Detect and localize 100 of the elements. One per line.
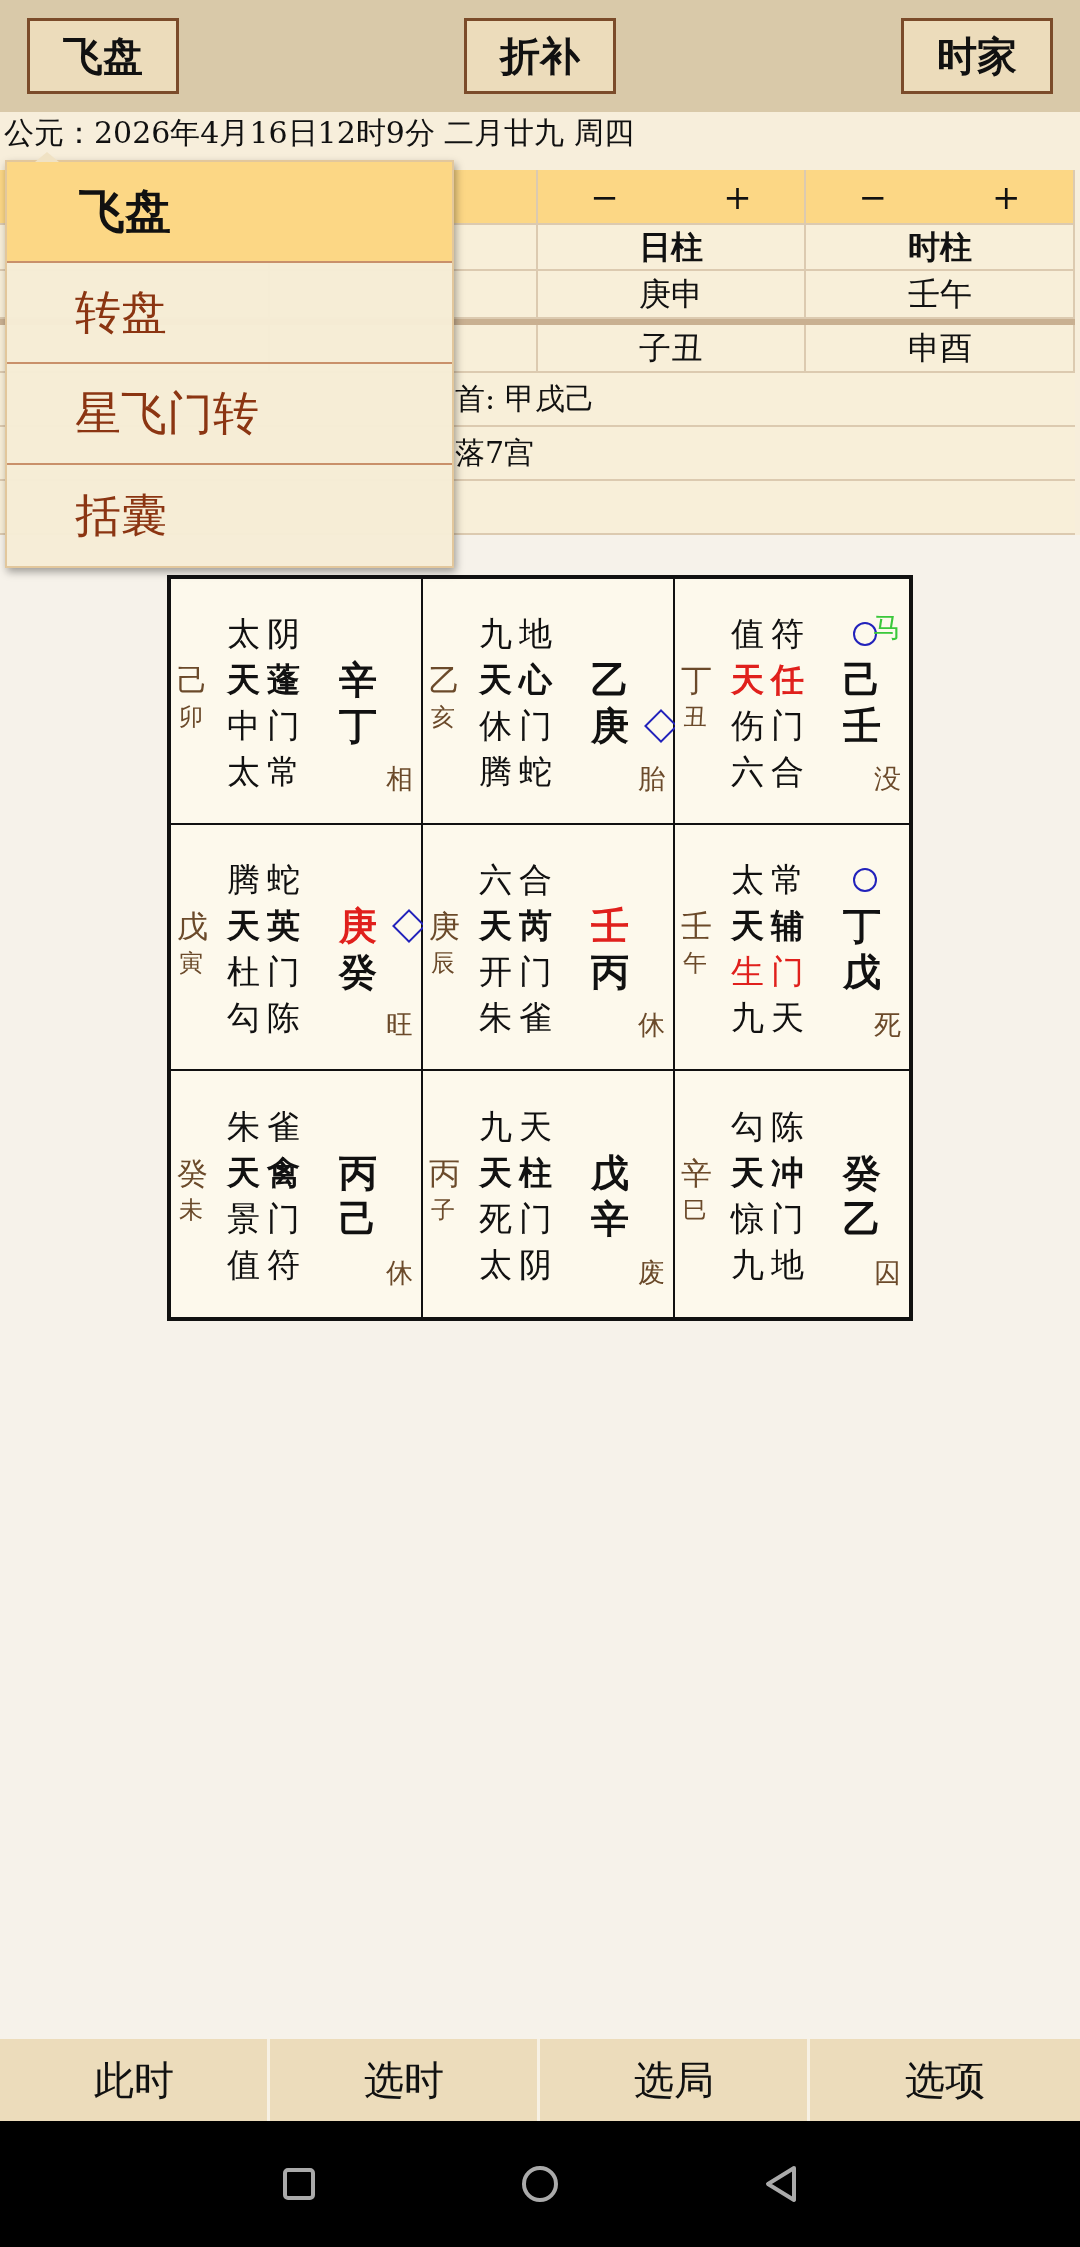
toolbar-button[interactable]: 折补 — [464, 18, 616, 94]
deity-text: 六合 — [731, 751, 812, 793]
door-text: 死门 — [479, 1198, 560, 1240]
menu-item[interactable]: 转盘 — [7, 263, 452, 364]
star-text: 天芮 — [479, 905, 560, 947]
door-text: 生门 — [731, 951, 812, 993]
table-cell: 子丑 — [639, 329, 703, 367]
info-text: 首: 甲戌己 — [455, 379, 595, 418]
state-text: 休 — [386, 1256, 413, 1290]
heaven-stem-text: 庚 — [339, 903, 378, 949]
stem-text: 辛 — [681, 1154, 713, 1193]
heaven-stem-text: 己 — [843, 657, 882, 703]
branch-text: 午 — [682, 949, 708, 977]
branch-text: 寅 — [178, 949, 204, 977]
minus-button[interactable]: − — [842, 176, 903, 217]
toolbar-button[interactable]: 时家 — [901, 18, 1053, 94]
heaven-stem-text: 癸 — [843, 1150, 882, 1196]
earth-stem-text: 丁 — [339, 703, 378, 749]
recents-icon[interactable] — [282, 2167, 316, 2201]
deity-text: 太阴 — [479, 1244, 560, 1286]
state-text: 休 — [638, 1008, 665, 1042]
star-text: 天禽 — [227, 1152, 308, 1194]
star-text: 天英 — [227, 905, 308, 947]
heaven-stem-text: 戊 — [591, 1150, 630, 1196]
god-text: 值符 — [731, 613, 812, 655]
god-text: 九地 — [479, 613, 560, 655]
deity-text: 九天 — [731, 997, 812, 1039]
heaven-stem-text: 乙 — [591, 657, 630, 703]
branch-text: 未 — [178, 1196, 204, 1224]
deity-text: 朱雀 — [479, 997, 560, 1039]
earth-stem-text: 乙 — [843, 1196, 882, 1242]
door-text: 景门 — [227, 1198, 308, 1240]
god-text: 勾陈 — [731, 1106, 812, 1148]
deity-text: 腾蛇 — [479, 751, 560, 793]
menu-item[interactable]: 括囊 — [7, 465, 452, 566]
god-text: 六合 — [479, 859, 560, 901]
star-text: 天任 — [731, 659, 812, 701]
earth-stem-text: 丙 — [591, 949, 630, 995]
star-text: 天心 — [479, 659, 560, 701]
deity-text: 九地 — [731, 1244, 812, 1286]
deity-text: 值符 — [227, 1244, 308, 1286]
stem-text: 丙 — [429, 1154, 461, 1193]
door-text: 中门 — [227, 705, 308, 747]
branch-text: 卯 — [178, 703, 204, 731]
earth-stem-text: 壬 — [843, 703, 882, 749]
back-icon[interactable] — [764, 2165, 798, 2203]
door-text: 休门 — [479, 705, 560, 747]
stem-text: 丁 — [681, 661, 713, 700]
heaven-stem-text: 丁 — [843, 903, 882, 949]
door-text: 开门 — [479, 951, 560, 993]
date-text: 公元：2026年4月16日12时9分 二月廿九 周四 — [4, 116, 634, 150]
branch-text: 子 — [430, 1196, 456, 1224]
info-text: 落7宫 — [455, 433, 535, 472]
branch-text: 辰 — [430, 949, 456, 977]
minus-button[interactable]: − — [574, 176, 635, 217]
stem-text: 戊 — [177, 907, 209, 946]
state-text: 胎 — [638, 762, 665, 796]
home-icon[interactable] — [520, 2164, 560, 2204]
earth-stem-text: 辛 — [591, 1196, 630, 1242]
table-cell: 壬午 — [907, 275, 972, 313]
door-text: 伤门 — [731, 705, 812, 747]
heaven-stem-text: 辛 — [339, 657, 378, 703]
horse-text: 马 — [873, 610, 901, 646]
stem-text: 乙 — [429, 661, 461, 700]
deity-text: 勾陈 — [227, 997, 308, 1039]
menu-item[interactable]: 飞盘 — [7, 162, 452, 263]
deity-text: 太常 — [227, 751, 308, 793]
door-text: 惊门 — [731, 1198, 812, 1240]
stem-text: 癸 — [177, 1154, 209, 1193]
god-text: 腾蛇 — [227, 859, 308, 901]
state-text: 旺 — [386, 1008, 413, 1042]
earth-stem-text: 己 — [339, 1196, 378, 1242]
plus-button[interactable]: + — [707, 176, 768, 217]
menu-item[interactable]: 星飞门转 — [7, 364, 452, 465]
door-text: 杜门 — [227, 951, 308, 993]
heaven-stem-text: 壬 — [591, 903, 630, 949]
earth-stem-text: 庚 — [591, 703, 630, 749]
plus-button[interactable]: + — [976, 176, 1037, 217]
state-text: 废 — [638, 1256, 665, 1290]
heaven-stem-text: 丙 — [339, 1150, 378, 1196]
earth-stem-text: 癸 — [339, 949, 378, 995]
god-text: 太常 — [731, 859, 812, 901]
star-text: 天辅 — [731, 905, 812, 947]
god-text: 九天 — [479, 1106, 560, 1148]
column-header: 时柱 — [907, 228, 972, 266]
branch-text: 巳 — [682, 1196, 708, 1224]
column-header: 日柱 — [639, 228, 703, 266]
star-text: 天蓬 — [227, 659, 308, 701]
state-text: 相 — [386, 762, 413, 796]
toolbar-button[interactable]: 飞盘 — [27, 18, 179, 94]
branch-text: 亥 — [430, 703, 456, 731]
god-text: 朱雀 — [227, 1106, 308, 1148]
state-text: 死 — [874, 1008, 901, 1042]
star-text: 天冲 — [731, 1152, 812, 1194]
earth-stem-text: 戊 — [843, 949, 882, 995]
star-text: 天柱 — [479, 1152, 560, 1194]
state-text: 没 — [874, 762, 901, 796]
state-text: 囚 — [874, 1256, 901, 1290]
table-cell: 庚申 — [639, 275, 703, 313]
branch-text: 丑 — [682, 703, 708, 731]
